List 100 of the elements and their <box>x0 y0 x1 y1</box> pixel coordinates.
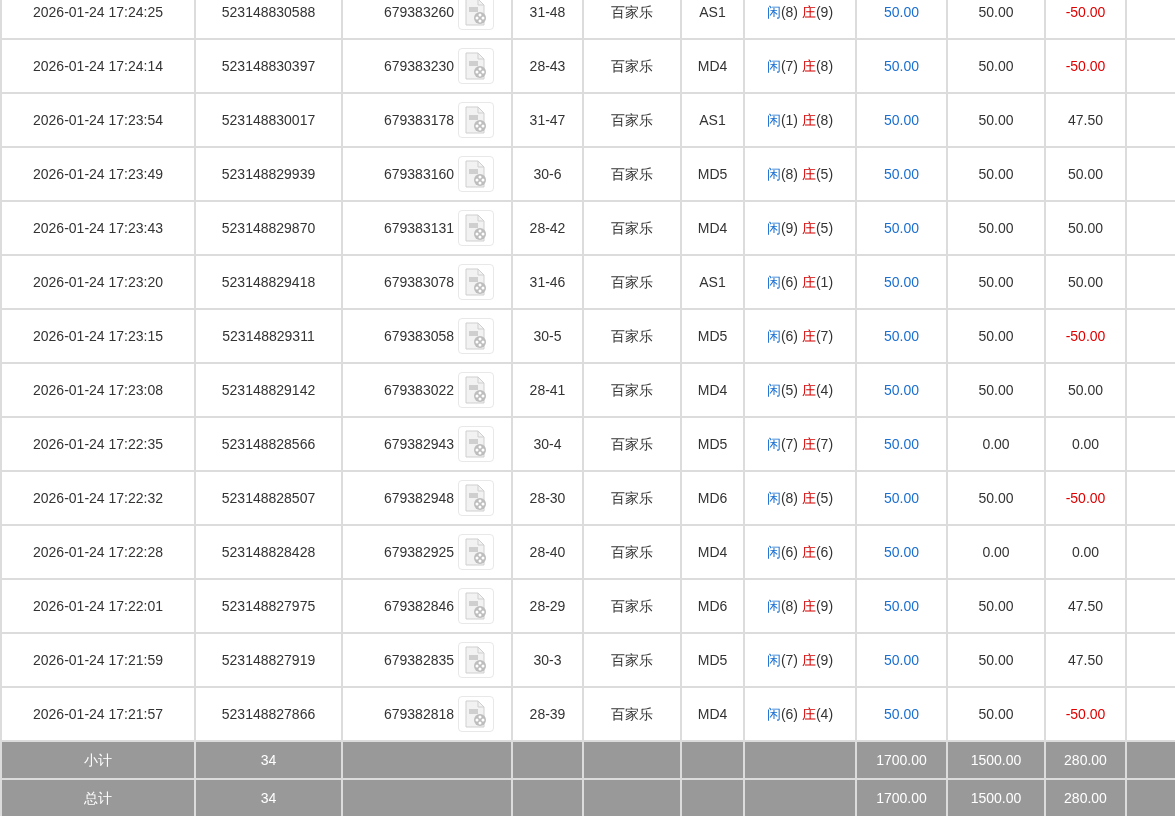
order-number: 523148830017 <box>221 111 316 128</box>
valid-bet: 50.00 <box>978 219 1014 236</box>
win-loss: -50.00 <box>1065 327 1106 344</box>
table-number: 28-29 <box>529 597 566 614</box>
bet-amount: 50.00 <box>883 543 919 560</box>
total-valid-bet: 1500.00 <box>970 789 1022 806</box>
game-name: 百家乐 <box>611 435 653 452</box>
order-number: 523148829142 <box>221 381 316 398</box>
win-loss: 47.50 <box>1067 111 1103 128</box>
bet-amount: 50.00 <box>883 57 919 74</box>
round-result: 闲(7) 庄(8) <box>766 57 834 74</box>
round-number: 679383178 <box>383 110 455 130</box>
round-result: 闲(6) 庄(4) <box>766 705 834 722</box>
video-file-icon[interactable] <box>458 480 495 516</box>
game-name: 百家乐 <box>611 57 653 74</box>
video-file-icon[interactable] <box>458 264 495 300</box>
table-number: 28-40 <box>529 543 566 560</box>
bet-amount: 50.00 <box>883 327 919 344</box>
valid-bet: 0.00 <box>982 435 1010 452</box>
bet-time: 2026-01-24 17:23:49 <box>33 165 163 182</box>
bet-amount: 50.00 <box>883 273 919 290</box>
bet-amount: 50.00 <box>883 489 919 506</box>
order-number: 523148828566 <box>221 435 316 452</box>
hall-code: MD4 <box>697 543 728 560</box>
table-number: 28-39 <box>529 705 566 722</box>
bet-amount: 50.00 <box>883 3 919 20</box>
round-number: 679382846 <box>383 596 455 616</box>
round-number: 679382835 <box>383 650 455 670</box>
bet-time: 2026-01-24 17:23:15 <box>33 327 163 344</box>
video-file-icon[interactable] <box>458 48 495 84</box>
video-file-icon[interactable] <box>458 426 495 462</box>
hall-code: AS1 <box>699 3 726 20</box>
order-number: 523148827866 <box>221 705 316 722</box>
total-bet: 1700.00 <box>876 751 927 768</box>
hall-code: MD4 <box>697 57 728 74</box>
bet-amount: 50.00 <box>883 705 919 722</box>
bet-time: 2026-01-24 17:24:25 <box>33 3 163 20</box>
win-loss: 47.50 <box>1067 651 1103 668</box>
hall-code: MD5 <box>697 165 728 182</box>
hall-code: MD5 <box>697 435 728 452</box>
bet-amount: 50.00 <box>883 435 919 452</box>
round-number: 679383160 <box>383 164 455 184</box>
game-name: 百家乐 <box>611 381 653 398</box>
order-number: 523148828428 <box>221 543 316 560</box>
table-number: 28-41 <box>529 381 566 398</box>
video-file-icon[interactable] <box>458 642 495 678</box>
valid-bet: 0.00 <box>982 543 1010 560</box>
valid-bet: 50.00 <box>978 273 1014 290</box>
video-file-icon[interactable] <box>458 318 495 354</box>
win-loss: -50.00 <box>1065 705 1106 722</box>
round-number: 679382943 <box>383 434 455 454</box>
round-number: 679383078 <box>383 272 455 292</box>
bet-amount: 50.00 <box>883 651 919 668</box>
bet-amount: 50.00 <box>883 381 919 398</box>
win-loss: 47.50 <box>1067 597 1103 614</box>
round-result: 闲(8) 庄(5) <box>766 489 834 506</box>
round-result: 闲(9) 庄(5) <box>766 219 834 236</box>
bet-time: 2026-01-24 17:23:08 <box>33 381 163 398</box>
win-loss: -50.00 <box>1065 489 1106 506</box>
video-file-icon[interactable] <box>458 102 495 138</box>
video-file-icon[interactable] <box>458 156 495 192</box>
total-win-loss: 280.00 <box>1064 751 1107 768</box>
bet-amount: 50.00 <box>883 219 919 236</box>
video-file-icon[interactable] <box>458 588 495 624</box>
bet-time: 2026-01-24 17:22:32 <box>33 489 163 506</box>
video-file-icon[interactable] <box>458 696 495 732</box>
round-result: 闲(8) 庄(9) <box>766 597 834 614</box>
video-file-icon[interactable] <box>458 372 495 408</box>
win-loss: 50.00 <box>1067 273 1103 290</box>
bet-time: 2026-01-24 17:21:57 <box>33 705 163 722</box>
game-name: 百家乐 <box>611 705 653 722</box>
bet-time: 2026-01-24 17:22:28 <box>33 543 163 560</box>
game-name: 百家乐 <box>611 273 653 290</box>
order-number: 523148827919 <box>221 651 316 668</box>
round-number: 679382818 <box>383 704 455 724</box>
total-count: 34 <box>260 751 277 768</box>
bet-amount: 50.00 <box>883 165 919 182</box>
game-name: 百家乐 <box>611 165 653 182</box>
game-name: 百家乐 <box>611 597 653 614</box>
round-result: 闲(5) 庄(4) <box>766 381 834 398</box>
game-name: 百家乐 <box>611 3 653 20</box>
order-number: 523148829311 <box>222 327 315 344</box>
hall-code: MD5 <box>697 651 728 668</box>
valid-bet: 50.00 <box>978 597 1014 614</box>
video-file-icon[interactable] <box>458 0 495 30</box>
table-number: 30-4 <box>533 435 562 452</box>
game-name: 百家乐 <box>611 219 653 236</box>
total-win-loss: 280.00 <box>1064 789 1107 806</box>
bet-amount: 50.00 <box>883 111 919 128</box>
bet-time: 2026-01-24 17:23:54 <box>33 111 163 128</box>
hall-code: MD4 <box>697 705 728 722</box>
video-file-icon[interactable] <box>458 210 495 246</box>
round-number: 679383022 <box>383 380 455 400</box>
valid-bet: 50.00 <box>978 57 1014 74</box>
table-number: 30-6 <box>533 165 562 182</box>
game-name: 百家乐 <box>611 651 653 668</box>
video-file-icon[interactable] <box>458 534 495 570</box>
round-number: 679383260 <box>383 2 455 22</box>
round-result: 闲(8) 庄(9) <box>766 3 834 20</box>
game-name: 百家乐 <box>611 327 653 344</box>
